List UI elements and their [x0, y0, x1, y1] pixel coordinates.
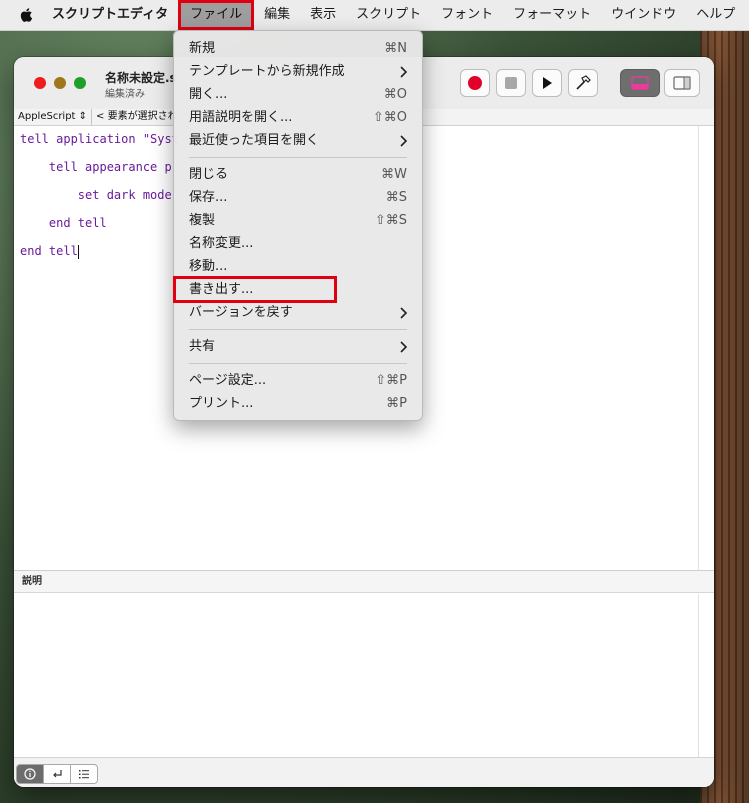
- chevron-right-icon: [400, 66, 408, 78]
- menu-item-new-from-template-label: テンプレートから新規作成: [189, 64, 345, 79]
- hammer-icon: [576, 75, 591, 90]
- menu-window[interactable]: ウインドウ: [601, 0, 686, 30]
- menu-item-rename-label: 名称変更...: [189, 236, 254, 251]
- menu-help[interactable]: ヘルプ: [686, 0, 745, 30]
- menu-item-open-shortcut: ⌘O: [383, 87, 407, 102]
- result-tab-button[interactable]: [44, 765, 71, 783]
- menu-font[interactable]: フォント: [431, 0, 503, 30]
- file-menu-dropdown: 新規 ⌘N テンプレートから新規作成 開く... ⌘O 用語説明を開く... ⇧…: [173, 30, 423, 421]
- play-icon: [543, 77, 552, 89]
- menu-item-move[interactable]: 移動...: [174, 255, 422, 278]
- menu-separator: [189, 363, 407, 364]
- bottom-pane-mode-selector: [16, 764, 98, 784]
- menu-item-save-shortcut: ⌘S: [385, 190, 407, 205]
- menu-item-share[interactable]: 共有: [174, 335, 422, 358]
- menu-item-rename[interactable]: 名称変更...: [174, 232, 422, 255]
- export-highlight-box: [173, 276, 337, 303]
- chevron-right-icon: [400, 341, 408, 353]
- element-popup[interactable]: < 要素が選択され: [92, 109, 182, 125]
- text-caret: [77, 244, 79, 259]
- menu-item-page-setup[interactable]: ページ設定... ⇧⌘P: [174, 369, 422, 392]
- document-title: 名称未設定.s: [105, 71, 177, 85]
- language-popup[interactable]: AppleScript ⇕: [14, 109, 93, 125]
- menu-app-name[interactable]: スクリプトエディタ: [52, 0, 178, 30]
- menu-item-new-label: 新規: [189, 41, 216, 56]
- menu-item-revert[interactable]: バージョンを戻す: [174, 301, 422, 324]
- close-window-button[interactable]: [34, 77, 46, 89]
- run-button[interactable]: [532, 69, 562, 97]
- code-line-3: set dark mode: [20, 188, 172, 202]
- menu-item-open-recent-label: 最近使った項目を開く: [189, 133, 320, 148]
- menu-item-save[interactable]: 保存... ⌘S: [174, 186, 422, 209]
- menu-item-open[interactable]: 開く... ⌘O: [174, 83, 422, 106]
- code-line-2: tell appearance p: [20, 160, 172, 174]
- menu-item-open-dictionary-shortcut: ⇧⌘O: [372, 110, 407, 125]
- record-icon: [468, 76, 482, 90]
- bottom-pane-icon: [631, 76, 649, 90]
- stop-icon: [505, 77, 517, 89]
- return-arrow-icon: [53, 770, 62, 778]
- description-scrollbar[interactable]: [698, 594, 714, 757]
- menu-item-print-label: プリント...: [189, 396, 254, 411]
- document-status: 編集済み: [105, 89, 145, 100]
- menu-item-move-label: 移動...: [189, 259, 228, 274]
- chevron-right-icon: [400, 307, 408, 319]
- description-text-area[interactable]: [14, 594, 699, 757]
- menu-bar: スクリプトエディタ ファイル 編集 表示 スクリプト フォント フォーマット ウ…: [0, 0, 749, 31]
- bottom-pane-toolbar: [14, 757, 714, 787]
- menu-item-new-shortcut: ⌘N: [384, 41, 407, 56]
- info-icon: [24, 768, 36, 780]
- list-icon: [79, 770, 89, 779]
- show-side-pane-button[interactable]: [664, 69, 700, 97]
- menu-script[interactable]: スクリプト: [346, 0, 431, 30]
- compile-button[interactable]: [568, 69, 598, 97]
- menu-separator: [189, 157, 407, 158]
- menu-item-new-from-template[interactable]: テンプレートから新規作成: [174, 60, 422, 83]
- menu-file[interactable]: ファイル: [178, 0, 255, 30]
- stop-button[interactable]: [496, 69, 526, 97]
- chevron-right-icon: [400, 135, 408, 147]
- menu-separator: [189, 329, 407, 330]
- show-bottom-pane-button[interactable]: [620, 69, 660, 97]
- description-header: 説明: [14, 571, 714, 593]
- menu-view[interactable]: 表示: [300, 0, 346, 30]
- code-line-5: end tell: [20, 244, 79, 259]
- menu-item-open-label: 開く...: [189, 87, 228, 102]
- menu-item-open-dictionary[interactable]: 用語説明を開く... ⇧⌘O: [174, 106, 422, 129]
- menu-item-duplicate-shortcut: ⇧⌘S: [374, 213, 407, 228]
- menu-item-duplicate-label: 複製: [189, 213, 216, 228]
- menu-format[interactable]: フォーマット: [503, 0, 601, 30]
- menu-item-duplicate[interactable]: 複製 ⇧⌘S: [174, 209, 422, 232]
- side-pane-icon: [673, 76, 691, 90]
- menu-item-close-label: 閉じる: [189, 167, 229, 182]
- menu-edit[interactable]: 編集: [254, 0, 300, 30]
- menu-item-page-setup-shortcut: ⇧⌘P: [375, 373, 407, 388]
- zoom-window-button[interactable]: [74, 77, 86, 89]
- code-line-5-text: end tell: [20, 244, 78, 258]
- menu-item-print-shortcut: ⌘P: [386, 396, 407, 411]
- menu-item-page-setup-label: ページ設定...: [189, 373, 267, 388]
- record-button[interactable]: [460, 69, 490, 97]
- editor-scrollbar[interactable]: [698, 126, 714, 570]
- menu-item-open-recent[interactable]: 最近使った項目を開く: [174, 129, 422, 152]
- minimize-window-button[interactable]: [54, 77, 66, 89]
- description-tab-button[interactable]: [17, 765, 44, 783]
- code-line-4: end tell: [20, 216, 107, 230]
- log-tab-button[interactable]: [71, 765, 97, 783]
- apple-icon[interactable]: [18, 7, 34, 23]
- menu-item-revert-label: バージョンを戻す: [189, 305, 293, 320]
- menu-item-open-dictionary-label: 用語説明を開く...: [189, 110, 293, 125]
- menu-item-share-label: 共有: [189, 339, 216, 354]
- code-line-1: tell application "Syst: [20, 132, 179, 146]
- menu-item-save-label: 保存...: [189, 190, 228, 205]
- menu-item-close-shortcut: ⌘W: [381, 167, 407, 182]
- menu-item-close[interactable]: 閉じる ⌘W: [174, 163, 422, 186]
- menu-item-print[interactable]: プリント... ⌘P: [174, 392, 422, 415]
- menu-item-new[interactable]: 新規 ⌘N: [174, 37, 422, 60]
